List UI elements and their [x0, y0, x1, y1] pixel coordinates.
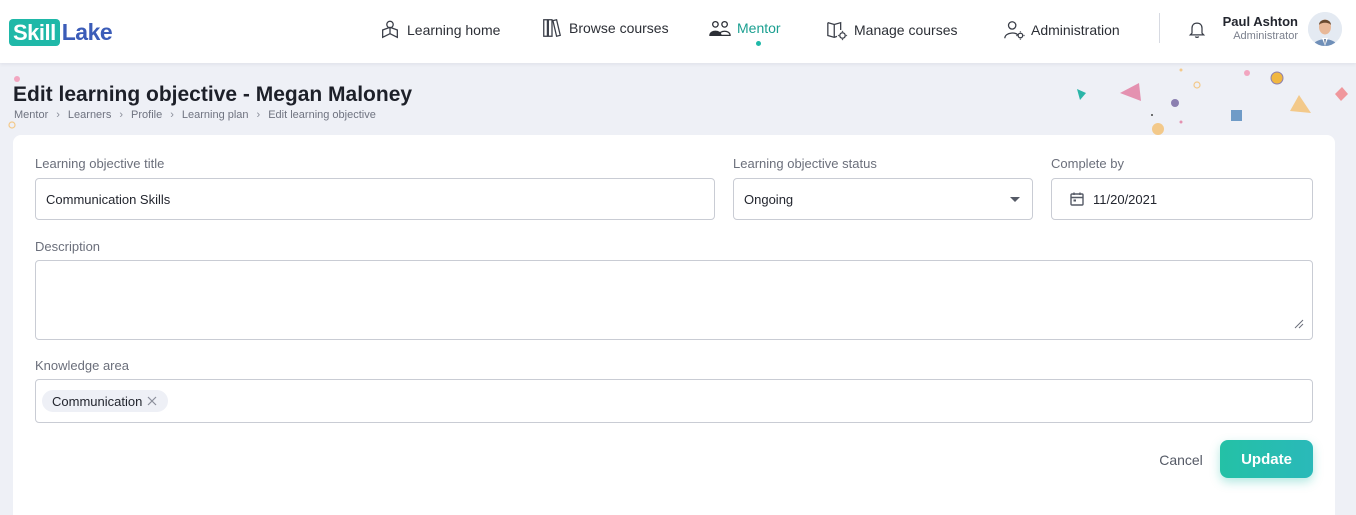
- user-avatar[interactable]: [1308, 12, 1342, 46]
- update-button[interactable]: Update: [1220, 440, 1313, 478]
- avatar-image: [1308, 12, 1342, 46]
- logo-part-1: Skill: [9, 18, 60, 46]
- objective-title-input[interactable]: Communication Skills: [35, 178, 715, 220]
- nav-label: Browse courses: [569, 20, 669, 36]
- user-name[interactable]: Paul Ashton: [1212, 14, 1298, 29]
- breadcrumb-learning-plan[interactable]: Learning plan: [182, 109, 249, 121]
- learning-home-icon: [382, 20, 398, 39]
- nav-label: Manage courses: [854, 22, 958, 38]
- objective-title-value: Communication Skills: [46, 191, 171, 207]
- nav-label: Administration: [1031, 22, 1120, 38]
- edit-objective-form-card: Learning objective title Communication S…: [13, 135, 1335, 515]
- knowledge-area-label: Knowledge area: [35, 358, 129, 373]
- cancel-button[interactable]: Cancel: [1146, 448, 1216, 472]
- breadcrumb-learners[interactable]: Learners: [68, 109, 111, 121]
- breadcrumb-current: Edit learning objective: [268, 109, 376, 121]
- mentor-icon: [709, 20, 731, 36]
- manage-courses-icon: [827, 21, 848, 41]
- dropdown-arrow-icon: [1010, 197, 1020, 202]
- description-textarea[interactable]: [35, 260, 1313, 340]
- nav-learning-home[interactable]: Learning home: [379, 16, 500, 44]
- nav-browse-courses[interactable]: Browse courses: [541, 14, 669, 42]
- objective-status-select[interactable]: Ongoing: [733, 178, 1033, 220]
- breadcrumb-mentor[interactable]: Mentor: [14, 109, 48, 121]
- notifications-bell-icon[interactable]: [1187, 19, 1207, 39]
- nav-administration[interactable]: Administration: [1003, 16, 1120, 44]
- calendar-icon[interactable]: [1069, 191, 1085, 207]
- complete-by-value: 11/20/2021: [1093, 191, 1158, 207]
- breadcrumb-profile[interactable]: Profile: [131, 109, 162, 121]
- page-title: Edit learning objective - Megan Maloney: [13, 83, 413, 106]
- status-label: Learning objective status: [733, 156, 877, 171]
- complete-by-label: Complete by: [1051, 156, 1124, 171]
- skilllake-logo[interactable]: Skill Lake: [9, 18, 113, 46]
- knowledge-area-input[interactable]: Communication: [35, 379, 1313, 423]
- knowledge-tag-label: Communication: [52, 393, 143, 409]
- nav-divider: [1159, 13, 1160, 43]
- breadcrumb-separator: ›: [256, 109, 261, 121]
- nav-label: Learning home: [407, 22, 501, 38]
- nav-manage-courses[interactable]: Manage courses: [826, 16, 958, 44]
- top-navigation-bar: Skill Lake Learning home Browse courses …: [0, 0, 1356, 63]
- user-role: Administrator: [1233, 30, 1298, 42]
- logo-part-2: Lake: [61, 18, 113, 45]
- active-indicator-dot: [756, 41, 761, 46]
- objective-status-value: Ongoing: [744, 191, 794, 207]
- remove-tag-close-icon[interactable]: [146, 395, 158, 407]
- admin-user-icon: [1004, 21, 1025, 40]
- title-label: Learning objective title: [35, 156, 165, 171]
- nav-mentor[interactable]: Mentor: [709, 14, 781, 42]
- breadcrumb-separator: ›: [56, 109, 60, 121]
- breadcrumb-separator: ›: [170, 109, 174, 121]
- breadcrumb: Mentor › Learners › Profile › Learning p…: [14, 109, 376, 121]
- description-value: [36, 261, 46, 271]
- resize-handle-icon[interactable]: [1294, 319, 1304, 329]
- complete-by-date-input[interactable]: 11/20/2021: [1051, 178, 1313, 220]
- books-icon: [543, 18, 562, 38]
- breadcrumb-separator: ›: [119, 109, 124, 121]
- nav-label: Mentor: [737, 20, 781, 36]
- description-label: Description: [35, 239, 101, 254]
- knowledge-tag-chip: Communication: [42, 390, 169, 412]
